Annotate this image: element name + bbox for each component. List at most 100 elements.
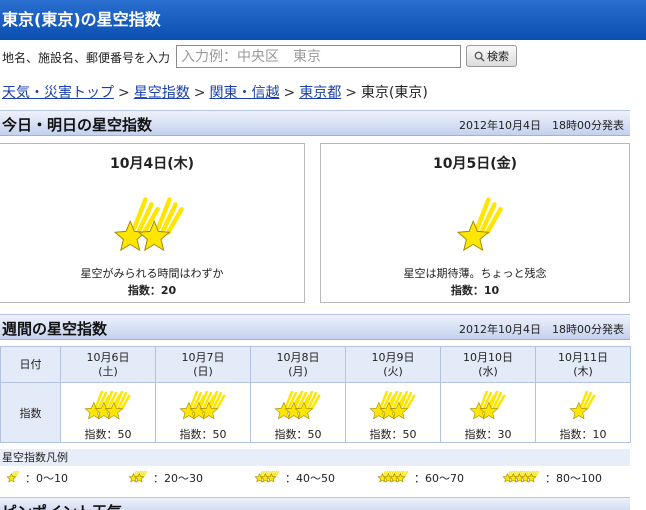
shooting-star-icon xyxy=(83,389,130,420)
shooting-star-icon xyxy=(128,466,148,483)
legend: ：0～10 ：20～30 ：40～50 ：60～70 ：80～100 xyxy=(0,466,630,486)
day-description: 星空がみられる時間はわずか xyxy=(80,267,224,280)
week-date-cell: 10月11日 (木) xyxy=(535,346,631,383)
week-date: 10月7日 xyxy=(181,350,225,364)
breadcrumb-link-tokyo-to[interactable]: 東京都 xyxy=(299,85,341,101)
week-weekday: (月) xyxy=(288,364,308,378)
week-stars xyxy=(536,389,630,425)
week-date-cell: 10月8日 (月) xyxy=(250,346,346,383)
legend-range: ：20～30 xyxy=(153,472,203,485)
breadcrumb-link-weather-top[interactable]: 天気・災害トップ xyxy=(2,85,114,101)
legend-item: ：0～10 xyxy=(6,466,68,486)
legend-stars xyxy=(6,466,25,486)
tomorrow-card: 10月5日(金) 星空は期待薄。ちょっと残念 指数：10 xyxy=(320,143,630,303)
breadcrumb-separator: > xyxy=(283,85,296,101)
week-date: 10月11日 xyxy=(558,350,608,364)
breadcrumb-separator: > xyxy=(118,85,130,101)
week-index: 指数：50 xyxy=(369,428,417,441)
breadcrumb-link-kanto[interactable]: 関東・信越 xyxy=(209,85,279,101)
legend-range: ：80～100 xyxy=(545,472,602,485)
star-mark xyxy=(137,197,184,252)
week-date: 10月9日 xyxy=(371,350,415,364)
week-index-cell: 指数：50 xyxy=(250,382,346,443)
search-button[interactable]: 検索 xyxy=(466,45,517,67)
shooting-star-icon xyxy=(6,466,20,483)
week-date-cell: 10月10日 (水) xyxy=(440,346,536,383)
legend-stars xyxy=(377,466,414,486)
week-weekday: (火) xyxy=(383,364,403,378)
week-weekday: (水) xyxy=(478,364,498,378)
star-mark xyxy=(568,389,595,420)
week-index-cell: 指数：50 xyxy=(345,382,441,443)
weekly-table: 日付 10月6日 (土) 10月7日 (日) 10月8日 (月) 10月9日 (火) 1… xyxy=(0,346,631,443)
day-description: 星空は期待薄。ちょっと残念 xyxy=(403,267,547,280)
week-weekday: (日) xyxy=(193,364,213,378)
week-index: 指数：50 xyxy=(274,428,322,441)
row-header-index: 指数 xyxy=(0,382,61,443)
week-date-cell: 10月7日 (日) xyxy=(155,346,251,383)
shooting-star-icon xyxy=(368,389,415,420)
week-index-cell: 指数：10 xyxy=(535,382,631,443)
today-card: 10月4日(木) 星空がみられる時間はわずか 指数：20 xyxy=(0,143,305,303)
weekly-date-row: 日付 10月6日 (土) 10月7日 (日) 10月8日 (月) 10月9日 (火) 1… xyxy=(0,346,631,383)
weekly-section-header: 週間の星空指数 2012年10月4日 18時00分発表 xyxy=(0,314,630,340)
shooting-star-icon xyxy=(273,389,320,420)
week-date: 10月6日 xyxy=(86,350,130,364)
today-issued-time: 2012年10月4日 18時00分発表 xyxy=(459,119,624,132)
star-mark xyxy=(6,466,20,483)
today-section-title: 今日・明日の星空指数 xyxy=(2,116,153,134)
magnifier-icon xyxy=(474,51,485,62)
star-mark xyxy=(134,466,148,483)
shooting-star-icon xyxy=(178,389,225,420)
week-index: 指数：10 xyxy=(559,428,607,441)
pinpoint-section-title: ピンポイント天気 xyxy=(2,501,122,510)
week-date-cell: 10月9日 (火) xyxy=(345,346,441,383)
week-stars xyxy=(156,389,250,425)
week-index-cell: 指数：50 xyxy=(60,382,156,443)
legend-stars xyxy=(254,466,285,486)
legend-item: ：60～70 xyxy=(377,466,464,486)
shooting-star-icon xyxy=(377,466,409,483)
week-index: 指数：50 xyxy=(179,428,227,441)
week-stars xyxy=(251,389,345,425)
week-index: 指数：30 xyxy=(464,428,512,441)
week-weekday: (土) xyxy=(98,364,118,378)
weekly-issued-time: 2012年10月4日 18時00分発表 xyxy=(459,323,624,336)
breadcrumb-separator: > xyxy=(193,85,206,101)
weekly-section-title: 週間の星空指数 xyxy=(2,320,108,338)
legend-stars xyxy=(128,466,153,486)
day-date: 10月4日(木) xyxy=(109,156,195,172)
shooting-star-icon xyxy=(468,389,505,420)
week-stars xyxy=(441,389,535,425)
shooting-star-icon xyxy=(456,197,503,252)
legend-title: 星空指数凡例 xyxy=(0,449,630,466)
week-index-cell: 指数：30 xyxy=(440,382,536,443)
shooting-star-icon xyxy=(254,466,280,483)
day-index: 指数：10 xyxy=(450,284,500,297)
breadcrumb: 天気・災害トップ > 星空指数 > 関東・信越 > 東京都 > 東京(東京) xyxy=(2,82,428,102)
week-date: 10月8日 xyxy=(276,350,320,364)
shooting-star-icon xyxy=(502,466,540,483)
star-mark xyxy=(395,466,409,483)
day-index: 指数：20 xyxy=(127,284,177,297)
day-stars xyxy=(454,188,509,258)
week-date: 10月10日 xyxy=(463,350,513,364)
shooting-star-icon xyxy=(113,197,184,252)
star-mark xyxy=(456,197,503,252)
breadcrumb-separator: > xyxy=(345,85,357,101)
week-date-cell: 10月6日 (土) xyxy=(60,346,156,383)
day-stars xyxy=(111,188,190,258)
pinpoint-section-header: ピンポイント天気 xyxy=(0,497,630,510)
legend-range: ：40～50 xyxy=(285,472,335,485)
legend-item: ：40～50 xyxy=(254,466,335,486)
day-date: 10月5日(金) xyxy=(432,156,518,172)
search-input[interactable] xyxy=(176,45,461,68)
breadcrumb-link-star-index[interactable]: 星空指数 xyxy=(134,85,190,101)
week-stars xyxy=(61,389,155,425)
search-label: 地名、施設名、郵便番号を入力 xyxy=(2,51,171,65)
search-button-label: 検索 xyxy=(487,50,509,63)
row-header-date: 日付 xyxy=(0,346,61,383)
star-mark xyxy=(266,466,280,483)
week-weekday: (木) xyxy=(573,364,593,378)
week-index-cell: 指数：50 xyxy=(155,382,251,443)
